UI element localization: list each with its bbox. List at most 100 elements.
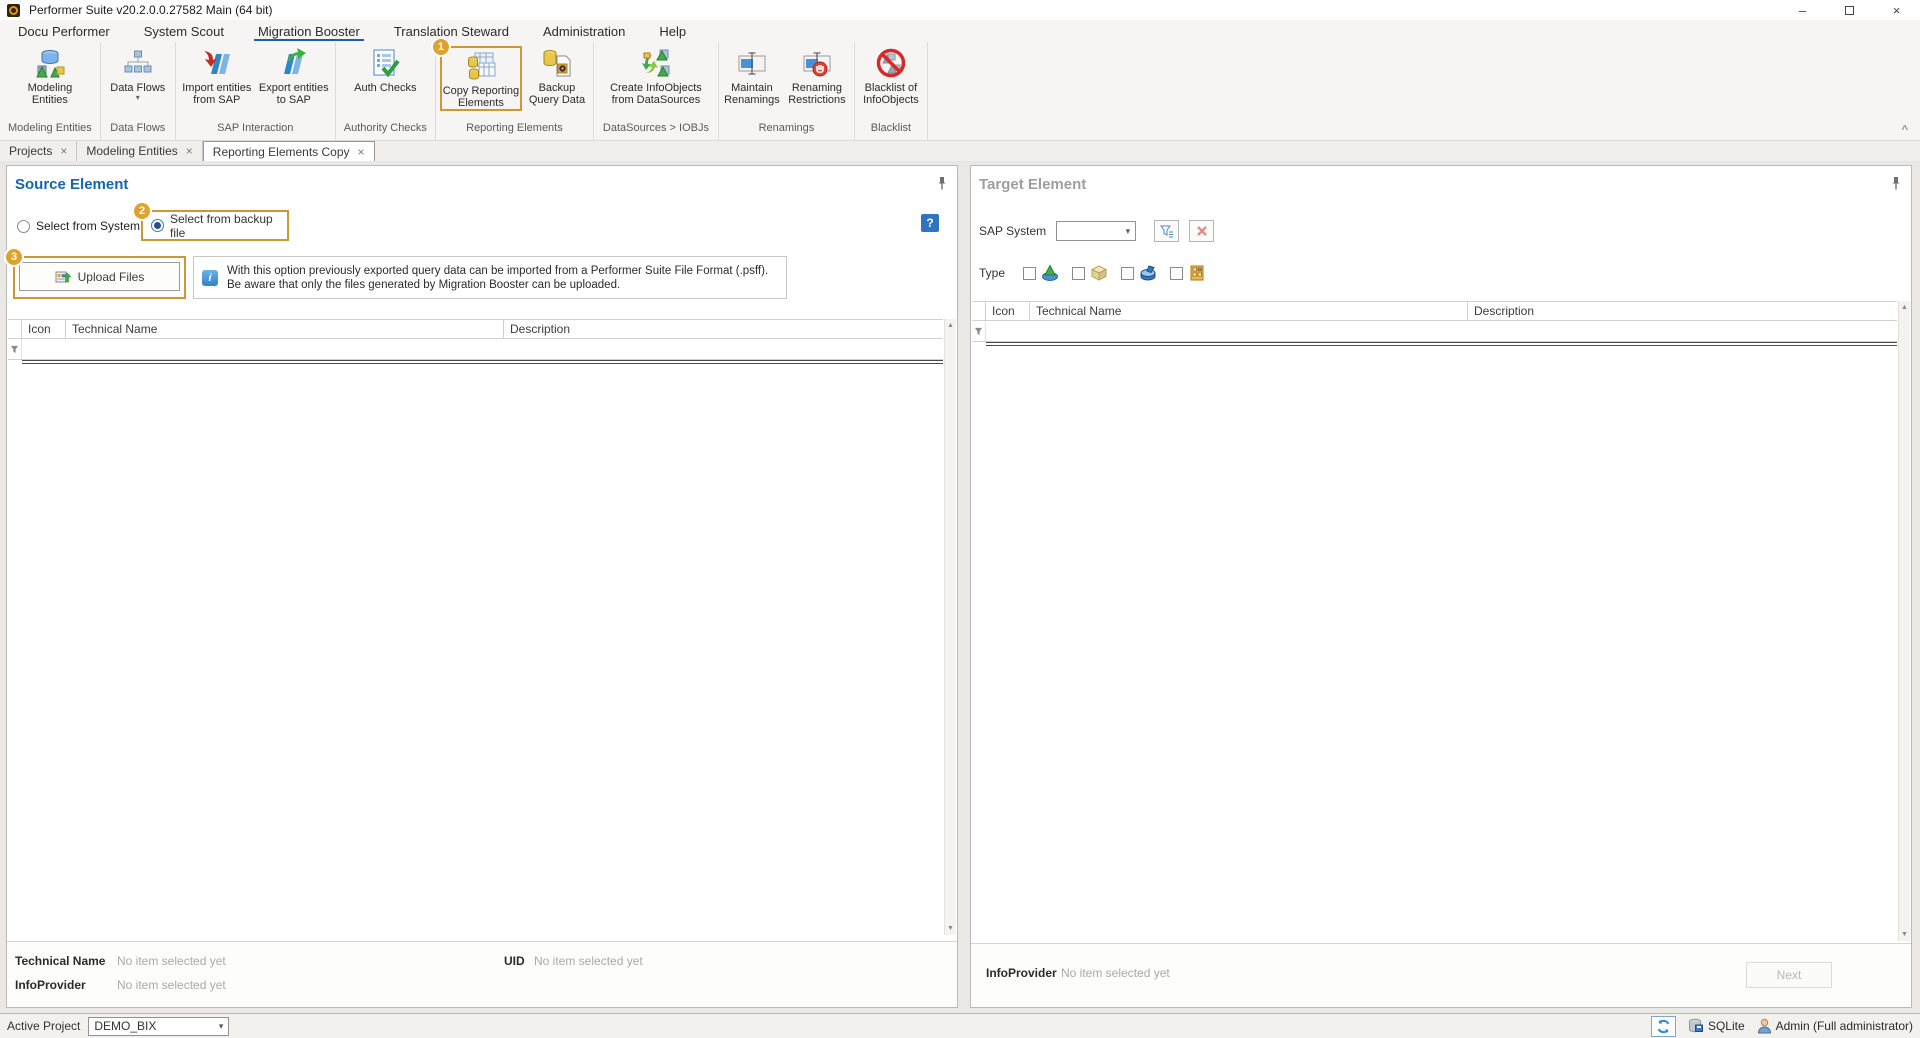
target-grid-scrollbar[interactable]: ▲ ▼	[1898, 301, 1910, 941]
filter-systems-button[interactable]	[1154, 220, 1179, 242]
upload-files-button[interactable]: Upload Files	[19, 262, 180, 291]
type-checkbox-infocube[interactable]	[1072, 267, 1085, 280]
source-grid-scrollbar[interactable]: ▲ ▼	[944, 319, 956, 935]
column-header-technical-name[interactable]: Technical Name	[1030, 302, 1468, 320]
modeling-entities-button[interactable]: Modeling Entities	[13, 45, 87, 106]
infoprovider-value: No item selected yet	[1061, 966, 1170, 980]
radio-select-from-backup[interactable]: Select from backup file	[170, 212, 287, 240]
type-label: Type	[979, 266, 1005, 280]
restore-icon	[1845, 6, 1854, 15]
ribbon-group-renamings: Maintain Renamings Renaming Restrictions…	[719, 42, 855, 140]
info-icon: i	[202, 270, 218, 286]
tab-close-icon[interactable]: ×	[358, 145, 365, 159]
tab-reporting-elements-copy[interactable]: Reporting Elements Copy ×	[203, 141, 375, 161]
collapse-ribbon-icon[interactable]: ^	[1902, 124, 1908, 136]
scroll-up-icon[interactable]: ▲	[1899, 301, 1910, 314]
copy-reporting-elements-button[interactable]: Copy Reporting Elements	[442, 48, 520, 109]
type-checkbox-multiprovider[interactable]	[1023, 267, 1036, 280]
auth-checks-button[interactable]: Auth Checks	[341, 45, 429, 94]
clear-filter-button[interactable]	[1189, 220, 1214, 242]
active-project-select[interactable]: DEMO_BIX ▾	[88, 1017, 229, 1036]
chevron-down-icon: ▾	[1126, 226, 1131, 237]
create-infoobjects-icon	[640, 47, 672, 79]
close-button[interactable]: ×	[1873, 0, 1920, 20]
menu-tab-help[interactable]: Help	[642, 20, 703, 42]
modeling-entities-icon	[34, 47, 66, 79]
sync-button[interactable]	[1651, 1016, 1676, 1037]
column-header-technical-name[interactable]: Technical Name	[66, 320, 504, 338]
uid-value: No item selected yet	[534, 954, 643, 968]
import-entities-button[interactable]: Import entities from SAP	[180, 45, 254, 106]
upload-info-box: i With this option previously exported q…	[193, 256, 787, 299]
column-header-icon[interactable]: Icon	[22, 320, 66, 338]
target-grid: Icon Technical Name Description	[972, 301, 1897, 941]
scroll-down-icon[interactable]: ▼	[1899, 928, 1910, 941]
menu-tab-migration-booster[interactable]: Migration Booster	[241, 20, 377, 42]
column-header-description[interactable]: Description	[1468, 302, 1897, 320]
export-entities-button[interactable]: Export entities to SAP	[257, 45, 331, 106]
source-grid-header: Icon Technical Name Description	[8, 320, 943, 339]
copy-reporting-elements-highlight: 1 Copy Reporting Elements	[440, 46, 522, 111]
tab-projects[interactable]: Projects ×	[0, 141, 77, 161]
source-grid-filter-row[interactable]	[8, 339, 943, 360]
radio-select-from-system[interactable]: Select from System	[17, 219, 140, 233]
ribbon-group-blacklist: Blacklist of InfoObjects Blacklist	[855, 42, 928, 140]
next-button[interactable]: Next	[1746, 962, 1832, 988]
ribbon-group-reporting-elements: 1 Copy Reporting Elements	[436, 42, 594, 140]
callout-badge-2: 2	[132, 201, 152, 221]
backup-query-data-button[interactable]: Backup Query Data	[525, 45, 589, 106]
scroll-down-icon[interactable]: ▼	[945, 922, 956, 935]
tab-close-icon[interactable]: ×	[60, 144, 67, 158]
tab-modeling-entities[interactable]: Modeling Entities ×	[77, 141, 202, 161]
app-logo-icon	[7, 4, 20, 17]
callout-badge-3: 3	[4, 247, 24, 267]
blacklist-infoobjects-icon	[875, 47, 907, 79]
tab-close-icon[interactable]: ×	[186, 144, 193, 158]
help-button[interactable]: ?	[921, 214, 939, 232]
menu-tab-administration[interactable]: Administration	[526, 20, 642, 42]
target-grid-header: Icon Technical Name Description	[972, 302, 1897, 321]
grid-focus-line	[986, 342, 1897, 346]
ribbon-group-datasources-iobjs: Create InfoObjects from DataSources Data…	[594, 42, 719, 140]
ribbon-group-label: Authority Checks	[340, 119, 431, 140]
type-checkbox-dso[interactable]	[1121, 267, 1134, 280]
filter-funnel-icon	[10, 345, 19, 354]
scroll-up-icon[interactable]: ▲	[945, 319, 956, 332]
ribbon-group-modeling-entities: Modeling Entities Modeling Entities	[0, 42, 101, 140]
ribbon-group-label: SAP Interaction	[180, 119, 331, 140]
ribbon-group-label: Renamings	[723, 119, 850, 140]
column-header-description[interactable]: Description	[504, 320, 943, 338]
menu-tab-system-scout[interactable]: System Scout	[127, 20, 241, 42]
database-icon	[1688, 1018, 1704, 1034]
minimize-button[interactable]: –	[1779, 0, 1826, 20]
row-indicator-header	[8, 320, 22, 338]
ribbon-group-label: DataSources > IOBJs	[598, 119, 714, 140]
sap-system-select[interactable]: ▾	[1056, 221, 1136, 241]
maintain-renamings-button[interactable]: Maintain Renamings	[723, 45, 781, 106]
menu-tab-docu-performer[interactable]: Docu Performer	[1, 20, 127, 42]
copy-reporting-elements-icon	[465, 50, 497, 82]
type-checkbox-infoobject[interactable]	[1170, 267, 1183, 280]
radio-icon-selected[interactable]	[151, 219, 164, 232]
ribbon: Modeling Entities Modeling Entities Data…	[0, 42, 1920, 141]
pin-icon[interactable]	[937, 176, 947, 191]
maintain-renamings-icon	[736, 47, 768, 79]
title-bar: Performer Suite v20.2.0.0.27582 Main (64…	[0, 0, 1920, 20]
create-infoobjects-button[interactable]: Create InfoObjects from DataSources	[598, 45, 714, 106]
sap-system-label: SAP System	[979, 224, 1046, 238]
ribbon-group-label: Data Flows	[105, 119, 171, 140]
target-grid-filter-row[interactable]	[972, 321, 1897, 342]
uid-label: UID	[504, 954, 525, 968]
menu-tab-translation-steward[interactable]: Translation Steward	[377, 20, 526, 42]
status-bar: Active Project DEMO_BIX ▾ SQLite	[0, 1013, 1920, 1038]
renaming-restrictions-button[interactable]: Renaming Restrictions	[784, 45, 850, 106]
ribbon-group-label: Reporting Elements	[440, 119, 589, 140]
pin-icon[interactable]	[1891, 176, 1901, 191]
data-flows-icon	[122, 47, 154, 79]
data-flows-button[interactable]: Data Flows ▾	[105, 45, 171, 102]
restore-button[interactable]	[1826, 0, 1873, 20]
blacklist-infoobjects-button[interactable]: Blacklist of InfoObjects	[859, 45, 923, 106]
infoobject-icon	[1188, 264, 1206, 282]
column-header-icon[interactable]: Icon	[986, 302, 1030, 320]
source-element-panel: Source Element Select from System 2 Sele…	[6, 165, 958, 1008]
